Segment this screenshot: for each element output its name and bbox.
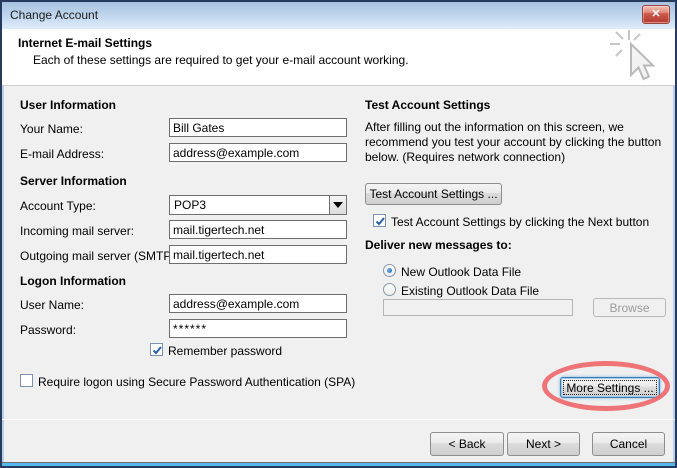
page-subtitle: Each of these settings are required to g… xyxy=(33,53,409,67)
test-on-next-checkbox[interactable] xyxy=(373,214,386,227)
checkmark-icon xyxy=(151,344,164,357)
radio-new-data-file-label[interactable]: New Outlook Data File xyxy=(401,265,521,279)
logon-information-heading: Logon Information xyxy=(20,274,126,288)
email-address-label: E-mail Address: xyxy=(20,147,104,161)
account-type-label: Account Type: xyxy=(20,199,96,213)
close-icon: ✕ xyxy=(651,8,660,20)
deliver-heading: Deliver new messages to: xyxy=(365,238,512,252)
radio-existing-data-file-label[interactable]: Existing Outlook Data File xyxy=(401,284,539,298)
incoming-server-field[interactable] xyxy=(169,220,347,239)
outgoing-server-label: Outgoing mail server (SMTP): xyxy=(20,249,179,263)
email-address-field[interactable] xyxy=(169,143,347,162)
titlebar: Change Account xyxy=(2,2,675,29)
back-button[interactable]: < Back xyxy=(430,432,504,456)
cursor-sparkle-icon xyxy=(607,29,665,86)
cancel-button[interactable]: Cancel xyxy=(592,432,665,456)
window-frame-bottom xyxy=(2,462,675,466)
incoming-server-label: Incoming mail server: xyxy=(20,224,134,238)
test-account-settings-description: After filling out the information on thi… xyxy=(365,120,667,165)
server-information-heading: Server Information xyxy=(20,174,127,188)
password-label: Password: xyxy=(20,323,76,337)
account-type-value: POP3 xyxy=(174,198,206,212)
window-title: Change Account xyxy=(10,8,98,22)
user-name-label: User Name: xyxy=(20,298,84,312)
your-name-field[interactable] xyxy=(169,118,347,137)
radio-existing-data-file[interactable] xyxy=(383,283,396,296)
spa-checkbox[interactable] xyxy=(20,374,33,387)
test-on-next-label[interactable]: Test Account Settings by clicking the Ne… xyxy=(391,215,649,229)
close-button[interactable]: ✕ xyxy=(642,5,670,24)
radio-new-data-file[interactable] xyxy=(383,264,396,277)
spa-label[interactable]: Require logon using Secure Password Auth… xyxy=(38,375,355,389)
data-file-path-field xyxy=(383,299,573,316)
account-type-select[interactable]: POP3 xyxy=(169,195,347,215)
user-name-field[interactable] xyxy=(169,294,347,313)
your-name-label: Your Name: xyxy=(20,122,83,136)
more-settings-button[interactable]: More Settings ... xyxy=(560,377,660,398)
checkmark-icon xyxy=(374,215,387,228)
window-frame-right xyxy=(673,29,675,466)
change-account-dialog: Change Account ✕ Internet E-mail Setting… xyxy=(0,0,677,468)
radio-dot xyxy=(387,268,392,273)
remember-password-checkbox[interactable] xyxy=(150,343,163,356)
password-field[interactable] xyxy=(169,319,347,338)
window-frame-left xyxy=(2,29,4,466)
dialog-header: Internet E-mail Settings Each of these s… xyxy=(2,29,675,86)
remember-password-label[interactable]: Remember password xyxy=(168,344,282,358)
test-account-settings-heading: Test Account Settings xyxy=(365,98,490,112)
page-title: Internet E-mail Settings xyxy=(18,36,152,50)
test-account-settings-button[interactable]: Test Account Settings ... xyxy=(365,183,502,205)
browse-button: Browse xyxy=(593,298,666,317)
outgoing-server-field[interactable] xyxy=(169,245,347,264)
account-type-dropdown-button[interactable] xyxy=(329,196,346,214)
user-information-heading: User Information xyxy=(20,98,116,112)
next-button[interactable]: Next > xyxy=(507,432,580,456)
chevron-down-icon xyxy=(333,202,343,208)
footer-divider xyxy=(2,419,675,420)
